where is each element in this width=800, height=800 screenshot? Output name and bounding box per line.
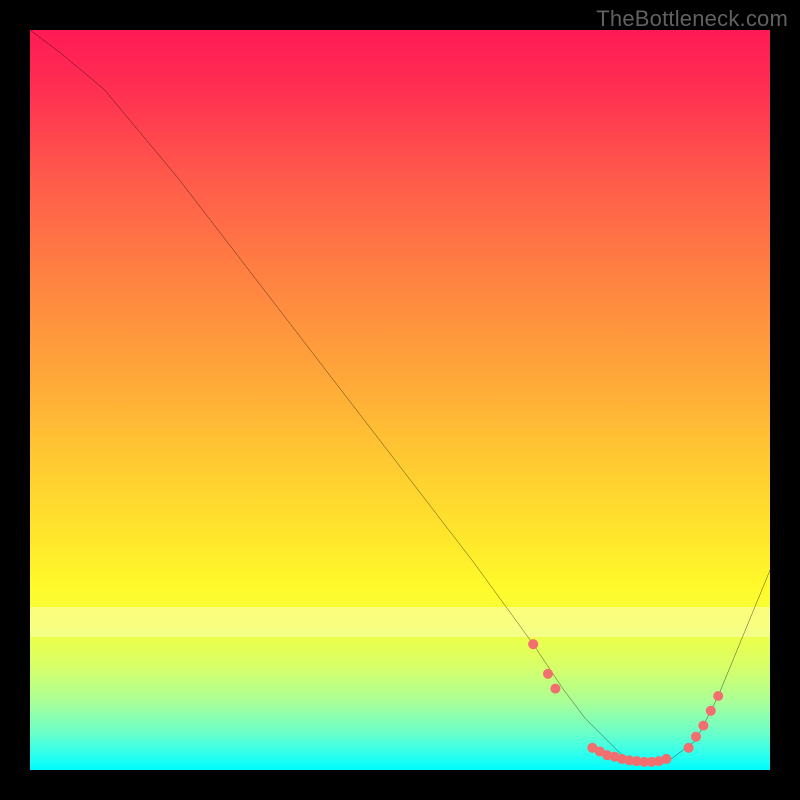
marker-dot [528, 639, 538, 649]
marker-dot [713, 691, 723, 701]
curve-markers [528, 639, 723, 767]
chart-svg [30, 30, 770, 770]
marker-dot [691, 732, 701, 742]
plot-area [30, 30, 770, 770]
marker-dot [661, 754, 671, 764]
curve-line [30, 30, 770, 763]
marker-dot [684, 743, 694, 753]
watermark-text: TheBottleneck.com [596, 6, 788, 32]
marker-dot [550, 684, 560, 694]
marker-dot [698, 721, 708, 731]
marker-dot [543, 669, 553, 679]
chart-frame: TheBottleneck.com [0, 0, 800, 800]
marker-dot [706, 706, 716, 716]
